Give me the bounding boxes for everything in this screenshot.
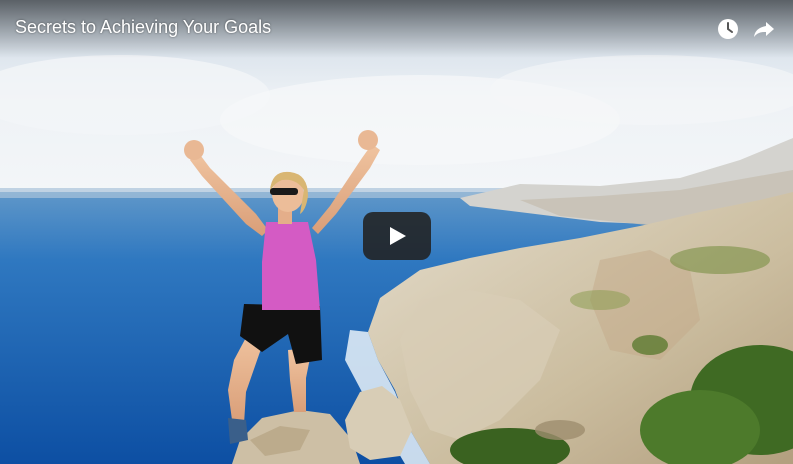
- watch-later-button[interactable]: [715, 16, 741, 42]
- share-button[interactable]: [751, 16, 777, 42]
- play-icon: [390, 227, 406, 245]
- play-button[interactable]: [363, 212, 431, 260]
- video-player[interactable]: Secrets to Achieving Your Goals: [0, 0, 793, 464]
- video-title[interactable]: Secrets to Achieving Your Goals: [15, 17, 271, 38]
- clock-icon: [718, 19, 738, 39]
- share-arrow-icon: [754, 22, 774, 37]
